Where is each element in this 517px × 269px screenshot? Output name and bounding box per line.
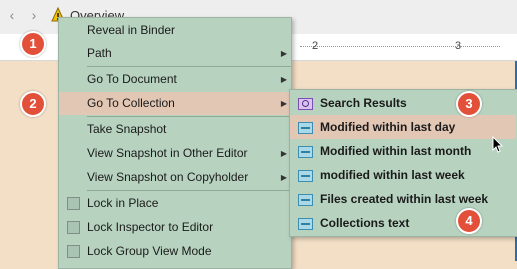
menu-item-path[interactable]: Path ▶ — [59, 42, 291, 65]
collection-icon — [298, 194, 313, 206]
ruler-mark: 2 — [312, 40, 319, 52]
submenu-item-label: Search Results — [320, 96, 407, 110]
submenu-item-label: Modified within last month — [320, 144, 472, 158]
annotation-badge-2: 2 — [20, 91, 46, 117]
menu-item-lock-in-place[interactable]: Lock in Place — [59, 192, 291, 215]
submenu-item-modified-last-day[interactable]: Modified within last day — [290, 115, 516, 139]
menu-item-label: View Snapshot in Other Editor — [87, 146, 248, 160]
submenu-arrow-icon: ▶ — [280, 173, 287, 182]
submenu-item-collections-text[interactable]: Collections text — [290, 211, 516, 235]
submenu-arrow-icon: ▶ — [280, 75, 287, 84]
menu-item-reveal-in-binder[interactable]: Reveal in Binder — [59, 19, 291, 42]
collection-submenu: Search Results Modified within last day … — [289, 89, 517, 237]
back-button[interactable]: ‹ — [4, 7, 20, 23]
checkbox-icon — [67, 245, 80, 258]
submenu-item-label: Modified within last day — [320, 120, 456, 134]
menu-item-label: Take Snapshot — [87, 122, 167, 136]
menu-item-view-snapshot-copyholder[interactable]: View Snapshot on Copyholder ▶ — [59, 166, 291, 189]
menu-item-label: Reveal in Binder — [87, 23, 176, 37]
menu-item-label: Go To Document — [87, 72, 177, 86]
menu-item-lock-group-view[interactable]: Lock Group View Mode — [59, 240, 291, 263]
submenu-item-label: Collections text — [320, 216, 410, 230]
checkbox-icon — [67, 221, 80, 234]
menu-item-label: View Snapshot on Copyholder — [87, 170, 249, 184]
annotation-badge-3: 3 — [456, 91, 482, 117]
menu-item-label: Go To Collection — [87, 96, 175, 110]
submenu-arrow-icon: ▶ — [280, 99, 287, 108]
submenu-item-search-results[interactable]: Search Results — [290, 91, 516, 115]
submenu-item-modified-last-month[interactable]: Modified within last month — [290, 139, 516, 163]
menu-item-label: Lock in Place — [87, 196, 159, 210]
collection-icon — [298, 146, 313, 158]
mouse-cursor-icon — [492, 136, 504, 153]
annotation-badge-1: 1 — [20, 31, 46, 57]
collection-icon — [298, 170, 313, 182]
collection-icon — [298, 218, 313, 230]
ruler-mark: 3 — [455, 40, 462, 52]
menu-item-lock-inspector[interactable]: Lock Inspector to Editor — [59, 216, 291, 239]
search-collection-icon — [298, 98, 313, 110]
menu-separator — [87, 66, 291, 67]
menu-item-take-snapshot[interactable]: Take Snapshot — [59, 118, 291, 141]
menu-item-label: Lock Group View Mode — [87, 244, 212, 258]
checkbox-icon — [67, 197, 80, 210]
submenu-item-label: modified within last week — [320, 168, 465, 182]
submenu-item-label: Files created within last week — [320, 192, 489, 206]
collection-icon — [298, 122, 313, 134]
menu-item-view-snapshot-other-editor[interactable]: View Snapshot in Other Editor ▶ — [59, 142, 291, 165]
ruler-ticks — [300, 46, 500, 49]
menu-separator — [87, 116, 291, 117]
menu-item-go-to-collection[interactable]: Go To Collection ▶ — [59, 92, 291, 115]
submenu-item-created-last-week[interactable]: Files created within last week — [290, 187, 516, 211]
submenu-arrow-icon: ▶ — [280, 149, 287, 158]
annotation-badge-4: 4 — [456, 208, 482, 234]
menu-separator — [87, 190, 291, 191]
submenu-arrow-icon: ▶ — [280, 49, 287, 58]
submenu-item-modified-last-week[interactable]: modified within last week — [290, 163, 516, 187]
menu-item-label: Lock Inspector to Editor — [87, 220, 214, 234]
menu-item-label: Path — [87, 46, 112, 60]
menu-item-go-to-document[interactable]: Go To Document ▶ — [59, 68, 291, 91]
context-menu: Reveal in Binder Path ▶ Go To Document ▶… — [58, 17, 292, 269]
forward-button[interactable]: › — [26, 7, 42, 23]
